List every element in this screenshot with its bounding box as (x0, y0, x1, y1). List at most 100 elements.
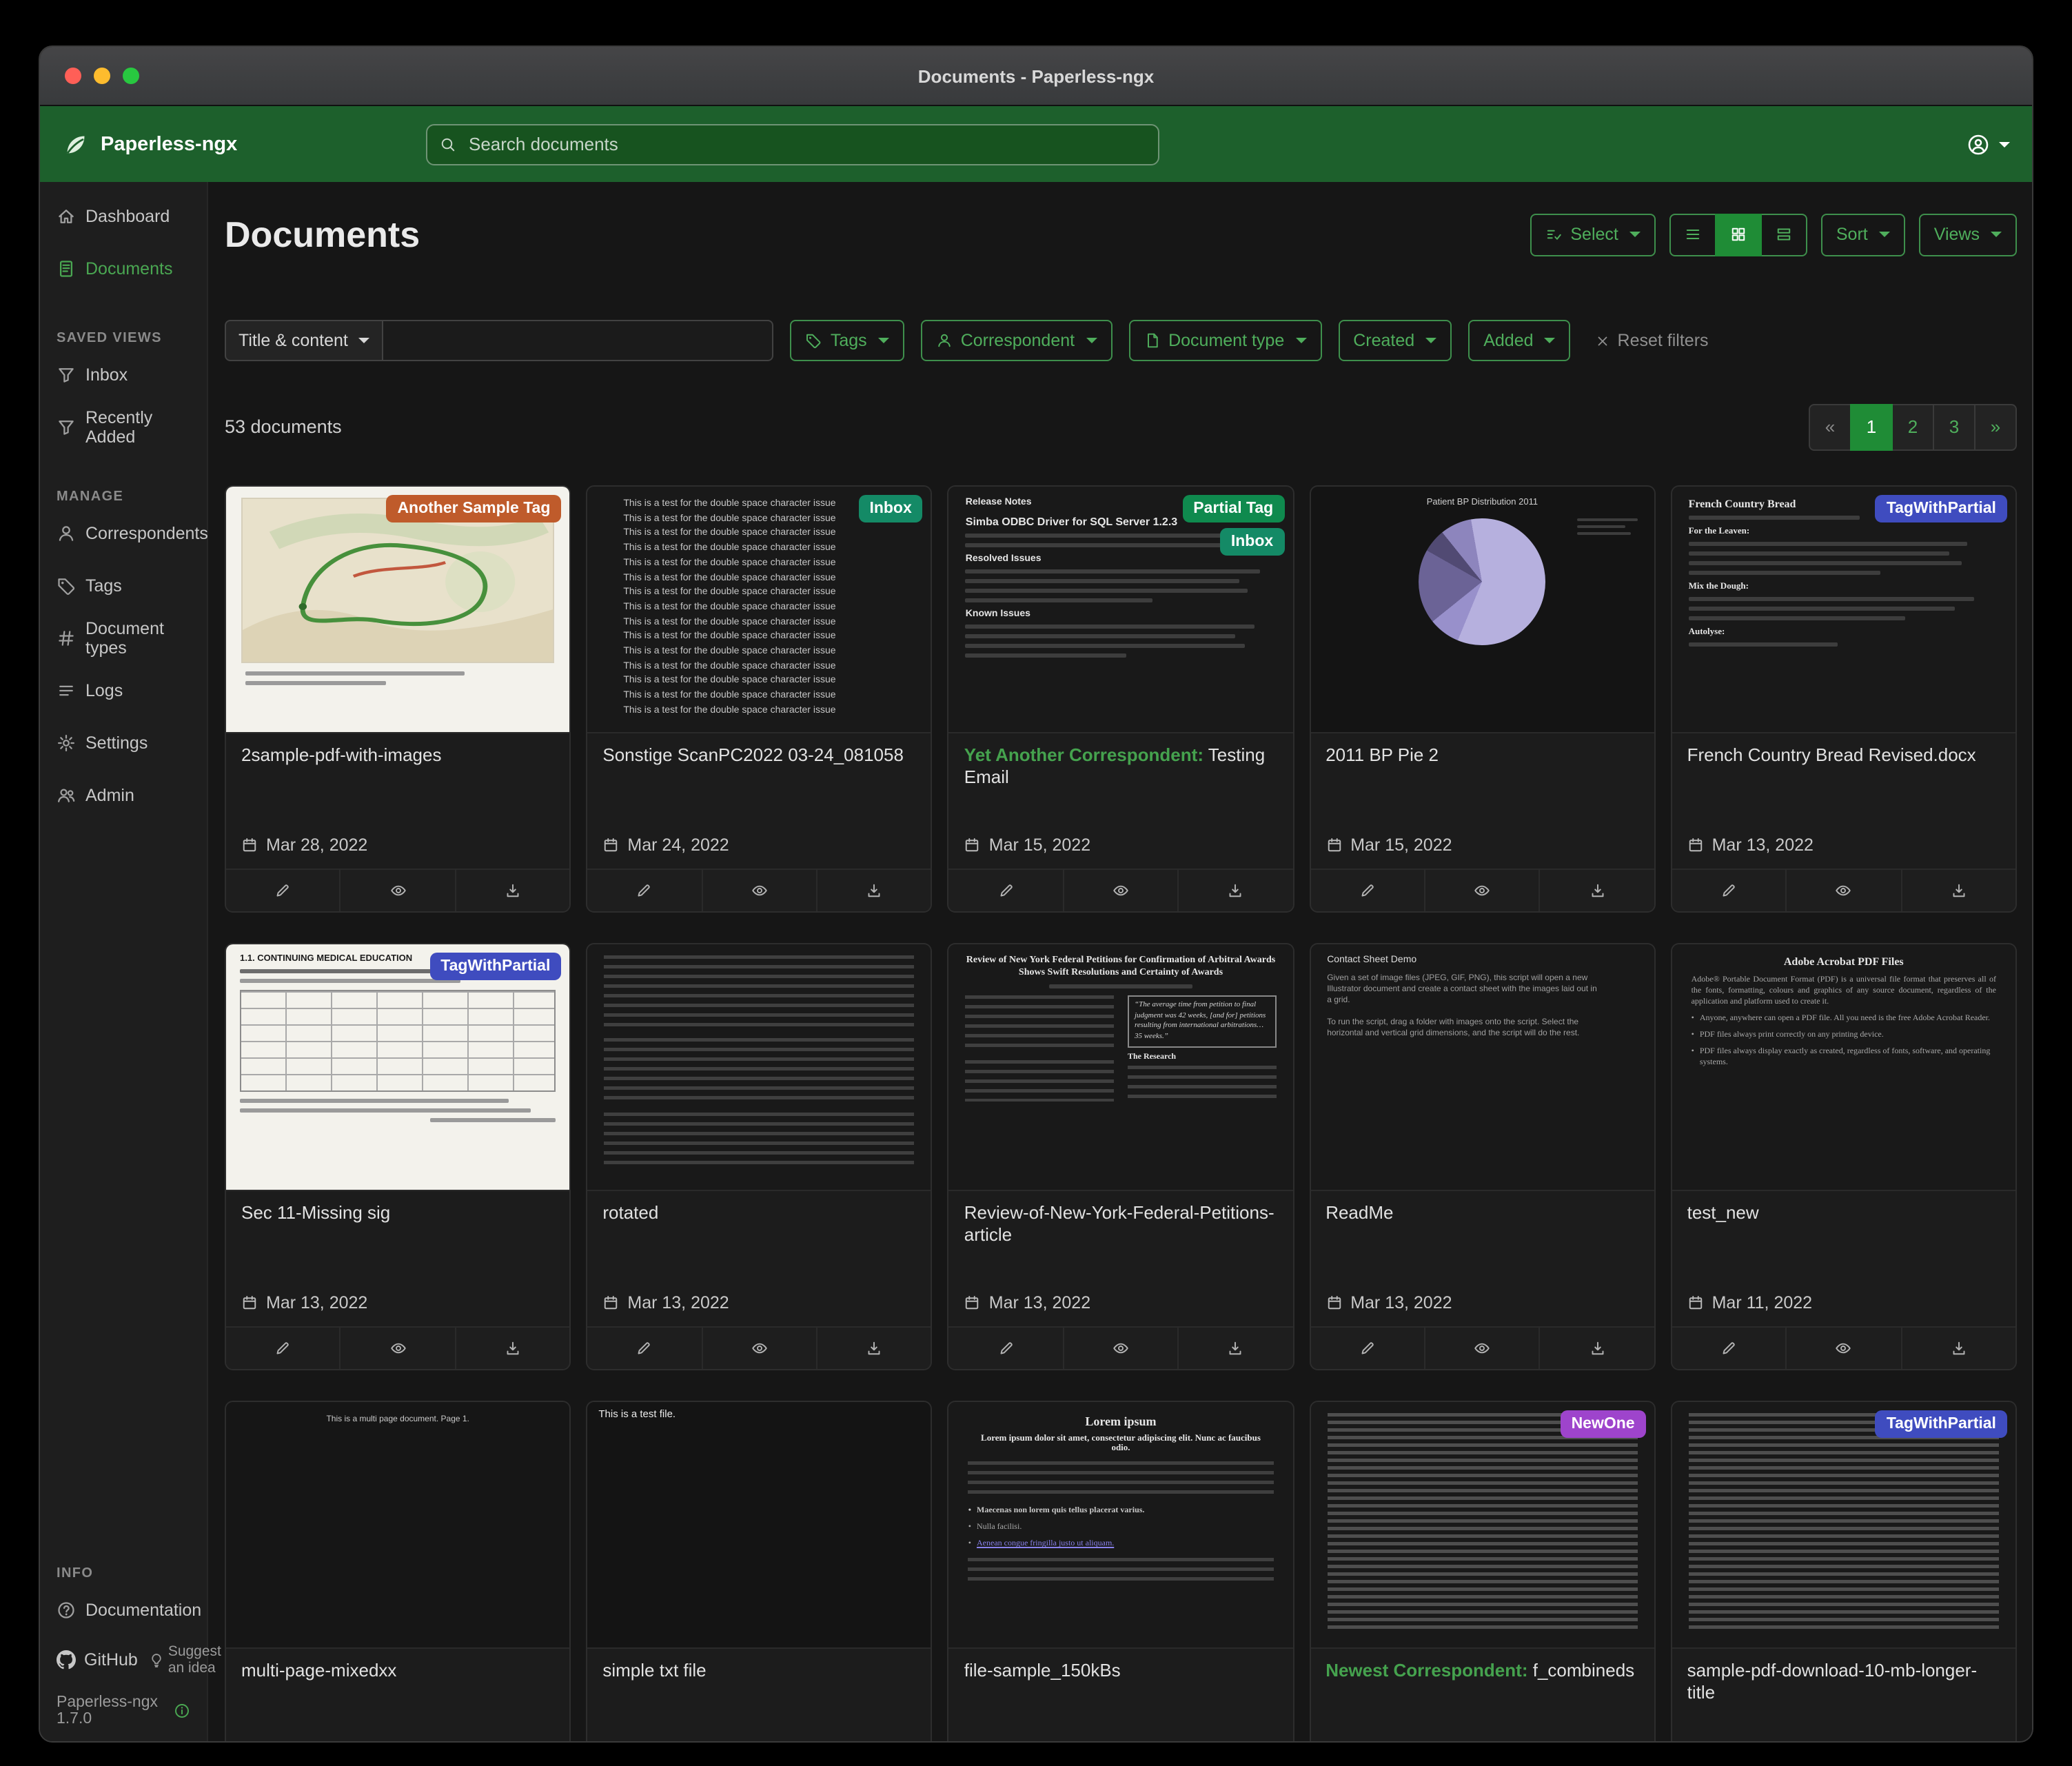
sidebar-item-tags[interactable]: Tags (40, 560, 207, 612)
minimize-window-button[interactable] (94, 68, 110, 84)
download-button[interactable] (455, 1328, 570, 1369)
document-thumbnail[interactable]: This is a multi page document. Page 1. (226, 1402, 569, 1649)
select-button[interactable]: Select (1530, 213, 1656, 256)
filter-added-dropdown[interactable]: Added (1468, 320, 1570, 361)
sidebar-item-admin[interactable]: Admin (40, 769, 207, 822)
document-thumbnail[interactable]: Release Notes Simba ODBC Driver for SQL … (949, 487, 1292, 733)
edit-button[interactable] (1672, 1328, 1786, 1369)
download-button[interactable] (1177, 870, 1292, 911)
sidebar-item-inbox[interactable]: Inbox (40, 349, 207, 401)
filter-created-dropdown[interactable]: Created (1338, 320, 1452, 361)
pagination-page-3[interactable]: 3 (1933, 403, 1975, 450)
document-title[interactable]: ReadMe (1326, 1202, 1638, 1224)
document-title[interactable]: rotated (602, 1202, 915, 1224)
document-title[interactable]: Sec 11-Missing sig (241, 1202, 554, 1224)
tag-badge[interactable]: NewOne (1561, 1410, 1646, 1438)
preview-button[interactable] (701, 1328, 816, 1369)
document-title[interactable]: French Country Bread Revised.docx (1687, 744, 2000, 767)
document-title[interactable]: multi-page-mixedxx (241, 1660, 554, 1682)
document-thumbnail[interactable]: Another Sample Tag (226, 487, 569, 733)
document-thumbnail[interactable] (587, 944, 931, 1191)
info-circle-icon[interactable] (174, 1703, 190, 1719)
document-thumbnail[interactable]: Contact Sheet Demo Given a set of image … (1310, 944, 1654, 1191)
document-title[interactable]: sample-pdf-download-10-mb-longer-title (1687, 1660, 2000, 1704)
download-button[interactable] (1900, 1328, 2015, 1369)
filter-document-type-dropdown[interactable]: Document type (1128, 320, 1321, 361)
document-title[interactable]: Yet Another Correspondent: Testing Email (964, 744, 1277, 789)
document-title[interactable]: test_new (1687, 1202, 2000, 1224)
document-thumbnail[interactable]: This is a test for the double space char… (587, 487, 931, 733)
pagination-page-1[interactable]: 1 (1850, 403, 1893, 450)
edit-button[interactable] (226, 870, 340, 911)
close-window-button[interactable] (65, 68, 81, 84)
document-title[interactable]: Sonstige ScanPC2022 03-24_081058 (602, 744, 915, 767)
tag-badge[interactable]: TagWithPartial (1876, 495, 2007, 522)
tag-badge[interactable]: Inbox (1220, 528, 1284, 556)
document-title[interactable]: file-sample_150kBs (964, 1660, 1277, 1682)
edit-button[interactable] (1310, 870, 1424, 911)
pagination-last-button[interactable]: » (1974, 403, 2017, 450)
edit-button[interactable] (1310, 1328, 1424, 1369)
document-thumbnail[interactable]: TagWithPartial (1672, 1402, 2015, 1649)
sidebar-item-recently-added[interactable]: Recently Added (40, 401, 207, 454)
edit-button[interactable] (226, 1328, 340, 1369)
document-thumbnail[interactable]: French Country Bread For the Leaven: Mix… (1672, 487, 2015, 733)
edit-button[interactable] (587, 1328, 701, 1369)
global-search[interactable] (426, 123, 1159, 165)
tag-badge[interactable]: TagWithPartial (429, 953, 561, 980)
download-button[interactable] (1539, 1328, 1654, 1369)
edit-button[interactable] (1672, 870, 1786, 911)
edit-button[interactable] (949, 1328, 1063, 1369)
download-button[interactable] (1177, 1328, 1292, 1369)
filter-text-input[interactable] (384, 320, 774, 361)
pagination-page-2[interactable]: 2 (1891, 403, 1934, 450)
view-mode-detail-button[interactable] (1760, 213, 1807, 256)
download-button[interactable] (1539, 870, 1654, 911)
reset-filters-button[interactable]: Reset filters (1596, 331, 1709, 350)
preview-button[interactable] (1424, 1328, 1539, 1369)
edit-button[interactable] (587, 870, 701, 911)
preview-button[interactable] (340, 1328, 455, 1369)
preview-button[interactable] (1424, 870, 1539, 911)
correspondent-link[interactable]: Yet Another Correspondent: (964, 744, 1203, 765)
document-thumbnail[interactable]: Review of New York Federal Petitions for… (949, 944, 1292, 1191)
document-title[interactable]: 2011 BP Pie 2 (1326, 744, 1638, 767)
sidebar-item-github[interactable]: GitHub (57, 1650, 138, 1669)
preview-button[interactable] (1785, 1328, 1900, 1369)
filter-tags-dropdown[interactable]: Tags (791, 320, 904, 361)
pagination-first-button[interactable]: « (1809, 403, 1851, 450)
document-thumbnail[interactable]: NewOne (1310, 1402, 1654, 1649)
global-search-input[interactable] (466, 132, 1146, 156)
document-title[interactable]: Newest Correspondent: f_combineds (1326, 1660, 1638, 1682)
correspondent-link[interactable]: Newest Correspondent: (1326, 1660, 1527, 1681)
suggest-an-idea-link[interactable]: Suggest an idea (149, 1643, 221, 1676)
sidebar-item-correspondents[interactable]: Correspondents (40, 507, 207, 560)
sidebar-item-document-types[interactable]: Document types (40, 612, 207, 664)
document-title[interactable]: Review-of-New-York-Federal-Petitions-art… (964, 1202, 1277, 1246)
preview-button[interactable] (1063, 870, 1178, 911)
brand[interactable]: Paperless-ngx (62, 130, 426, 158)
document-thumbnail[interactable]: This is a test file. (587, 1402, 931, 1649)
download-button[interactable] (816, 1328, 931, 1369)
preview-button[interactable] (1785, 870, 1900, 911)
download-button[interactable] (816, 870, 931, 911)
filter-field-dropdown[interactable]: Title & content (225, 320, 384, 361)
tag-badge[interactable]: TagWithPartial (1876, 1410, 2007, 1438)
document-title[interactable]: simple txt file (602, 1660, 915, 1682)
download-button[interactable] (1900, 870, 2015, 911)
view-mode-grid-button[interactable] (1715, 213, 1762, 256)
document-title[interactable]: 2sample-pdf-with-images (241, 744, 554, 767)
sidebar-item-documentation[interactable]: Documentation (40, 1584, 207, 1636)
preview-button[interactable] (701, 870, 816, 911)
edit-button[interactable] (949, 870, 1063, 911)
document-thumbnail[interactable]: Lorem ipsum Lorem ipsum dolor sit amet, … (949, 1402, 1292, 1649)
zoom-window-button[interactable] (123, 68, 139, 84)
tag-badge[interactable]: Another Sample Tag (386, 495, 561, 522)
filter-correspondent-dropdown[interactable]: Correspondent (921, 320, 1112, 361)
document-thumbnail[interactable]: Adobe Acrobat PDF Files Adobe® Portable … (1672, 944, 2015, 1191)
views-button[interactable]: Views (1919, 213, 2017, 256)
titlebar[interactable]: Documents - Paperless-ngx (40, 47, 2032, 106)
sort-button[interactable]: Sort (1821, 213, 1905, 256)
document-thumbnail[interactable]: Patient BP Distribution 2011 (1310, 487, 1654, 733)
tag-badge[interactable]: Partial Tag (1182, 495, 1284, 522)
